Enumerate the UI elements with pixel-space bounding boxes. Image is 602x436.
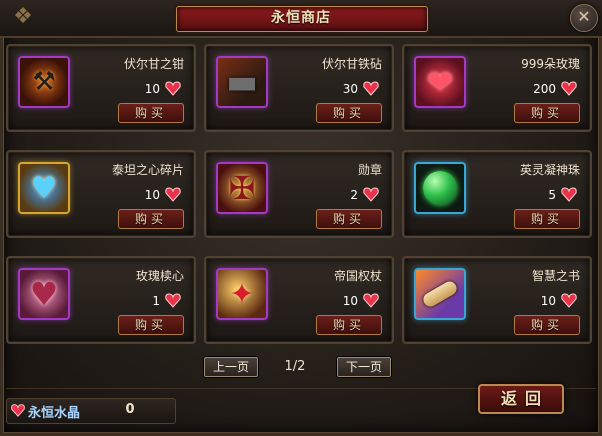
shop-item-card: ✠ 勋章 2 购买 (204, 150, 394, 238)
item-price: 2 (350, 188, 358, 202)
item-price: 10 (144, 188, 160, 202)
heart-gem-icon (363, 187, 379, 202)
heart-gem-icon (363, 293, 379, 308)
item-price: 5 (548, 188, 556, 202)
shop-item-card: ♥ 泰坦之心碎片 10 购买 (6, 150, 196, 238)
buy-button[interactable]: 购买 (118, 103, 184, 123)
currency-label: 永恒水晶 (28, 406, 81, 421)
item-name: 智慧之书 (531, 269, 580, 283)
shop-item-card: ✦ 帝国权杖 10 购买 (204, 256, 394, 344)
shop-item-card: ♥ 玫瑰椟心 1 购买 (6, 256, 196, 344)
item-name: 英灵凝神珠 (519, 163, 580, 177)
item-name: 伏尔甘之钳 (123, 57, 184, 71)
item-price: 10 (540, 294, 556, 308)
green-orb-icon[interactable] (414, 162, 466, 214)
shop-item-card: ▬ 伏尔甘铁砧 30 购买 (204, 44, 394, 132)
buy-button[interactable]: 购买 (514, 209, 580, 229)
page-indicator: 1/2 (284, 359, 306, 374)
prev-page-button[interactable]: 上一页 (204, 357, 258, 377)
buy-button[interactable]: 购买 (118, 209, 184, 229)
heart-gem-icon (11, 404, 25, 417)
heart-gem-icon (165, 81, 181, 96)
buy-button[interactable]: 购买 (316, 209, 382, 229)
item-name: 玫瑰椟心 (135, 269, 184, 283)
window-title: 永恒商店 (271, 10, 331, 26)
titan-heart-icon[interactable]: ♥ (18, 162, 70, 214)
item-price: 200 (533, 82, 556, 96)
shop-item-card: 智慧之书 10 购买 (402, 256, 592, 344)
buy-button[interactable]: 购买 (118, 315, 184, 335)
scroll-icon[interactable] (414, 268, 466, 320)
item-name: 勋章 (357, 163, 382, 177)
corner-ornament-left-icon: ❖ (13, 4, 33, 29)
item-price: 30 (342, 82, 358, 96)
heart-gem-icon (165, 293, 181, 308)
scepter-icon[interactable]: ✦ (216, 268, 268, 320)
buy-button[interactable]: 购买 (316, 315, 382, 335)
item-price: 1 (152, 294, 160, 308)
title-bar: ❖ 永恒商店 ✕ (0, 0, 602, 38)
close-button[interactable]: ✕ (570, 4, 598, 32)
next-page-button[interactable]: 下一页 (337, 357, 391, 377)
shop-item-card: ❤ 999朵玫瑰 200 购买 (402, 44, 592, 132)
close-icon: ✕ (577, 7, 591, 26)
heart-gem-icon (561, 293, 577, 308)
heart-box-icon[interactable]: ♥ (18, 268, 70, 320)
item-name: 999朵玫瑰 (521, 57, 580, 71)
heart-gem-icon (165, 187, 181, 202)
item-price: 10 (144, 82, 160, 96)
shop-item-card: ⚒ 伏尔甘之钳 10 购买 (6, 44, 196, 132)
currency-value: 0 (125, 402, 135, 417)
buy-button[interactable]: 购买 (316, 103, 382, 123)
item-name: 泰坦之心碎片 (111, 163, 184, 177)
back-button[interactable]: 返回 (478, 384, 564, 414)
heart-gem-icon (363, 81, 379, 96)
roses-icon[interactable]: ❤ (414, 56, 466, 108)
heart-gem-icon (561, 187, 577, 202)
item-name: 帝国权杖 (333, 269, 382, 283)
shop-item-card: 英灵凝神珠 5 购买 (402, 150, 592, 238)
heart-gem-icon (561, 81, 577, 96)
anvil-icon[interactable]: ▬ (216, 56, 268, 108)
medal-icon[interactable]: ✠ (216, 162, 268, 214)
item-name: 伏尔甘铁砧 (321, 57, 382, 71)
buy-button[interactable]: 购买 (514, 315, 580, 335)
item-price: 10 (342, 294, 358, 308)
tongs-icon[interactable]: ⚒ (18, 56, 70, 108)
buy-button[interactable]: 购买 (514, 103, 580, 123)
